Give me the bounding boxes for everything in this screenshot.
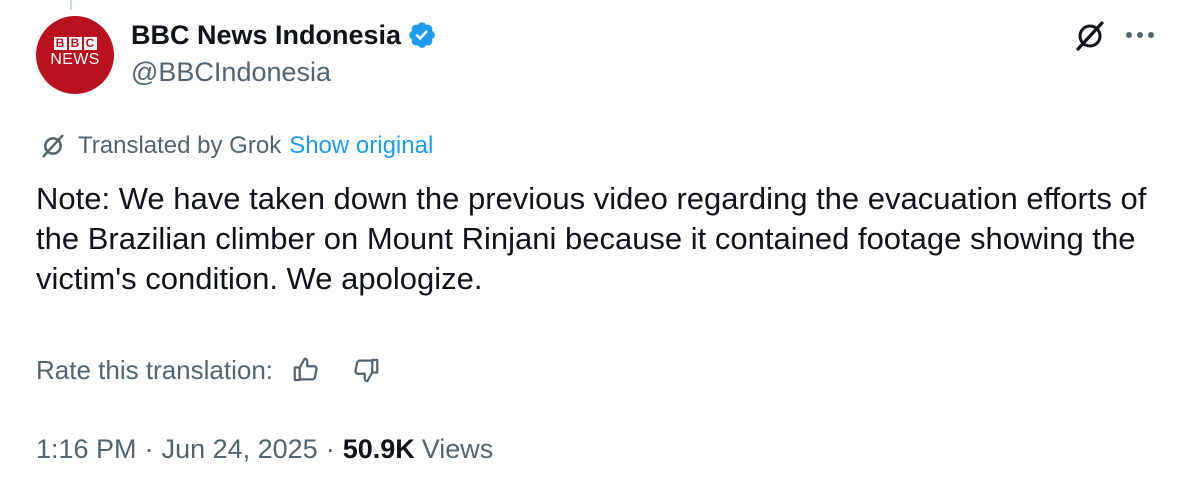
verified-badge-icon[interactable]	[407, 20, 437, 50]
thumbs-down-icon[interactable]	[351, 355, 381, 385]
bbc-letter: B	[53, 37, 67, 50]
display-name[interactable]: BBC News Indonesia	[131, 20, 401, 51]
rate-translation-row: Rate this translation:	[36, 352, 381, 388]
bbc-news-label: NEWS	[50, 51, 100, 68]
grok-translate-icon	[42, 134, 64, 158]
bbc-letter: B	[68, 37, 82, 50]
tweet-date[interactable]: Jun 24, 2025	[162, 434, 318, 465]
more-options-icon[interactable]	[1126, 32, 1154, 38]
bbc-logo: B B C	[53, 37, 97, 50]
tweet-card: B B C NEWS BBC News Indonesia @BBCIndone…	[0, 0, 1196, 492]
translation-bar: Translated by Grok Show original	[36, 129, 433, 163]
grok-icon[interactable]	[1070, 16, 1110, 56]
tweet-meta: 1:16 PM · Jun 24, 2025 · 50.9K Views	[36, 429, 493, 469]
tweet-time[interactable]: 1:16 PM	[36, 434, 137, 465]
display-name-row: BBC News Indonesia	[131, 18, 437, 52]
rate-translation-label: Rate this translation:	[36, 354, 274, 385]
thumbs-up-icon[interactable]	[291, 355, 321, 385]
translated-by-label: Translated by Grok	[78, 132, 282, 159]
views-label: Views	[421, 433, 494, 464]
bbc-letter: C	[83, 37, 97, 50]
views-count[interactable]: 50.9K	[343, 434, 415, 465]
thread-line	[70, 0, 72, 10]
account-handle[interactable]: @BBCIndonesia	[131, 57, 331, 88]
meta-separator: ·	[325, 433, 335, 464]
tweet-text: Note: We have taken down the previous vi…	[36, 181, 1147, 296]
avatar[interactable]: B B C NEWS	[36, 16, 114, 94]
show-original-link[interactable]: Show original	[289, 132, 433, 160]
meta-separator: ·	[144, 433, 154, 464]
